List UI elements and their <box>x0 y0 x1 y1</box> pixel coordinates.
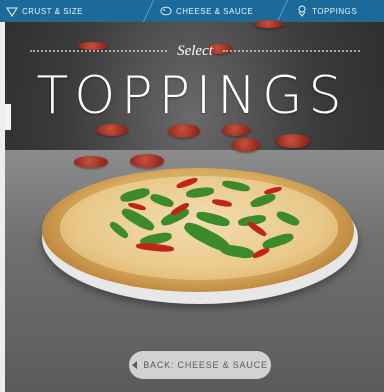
top-navigation: CRUST & SIZE CHEESE & SAUCE TOPPINGS <box>0 0 384 22</box>
crust-icon <box>6 7 18 17</box>
cheese-icon <box>160 6 172 16</box>
nav-crust-size[interactable]: CRUST & SIZE <box>6 0 83 22</box>
select-label: Select <box>177 42 213 59</box>
toppings-icon <box>298 5 306 17</box>
pizza-scene: CRUST & SIZE CHEESE & SAUCE TOPPINGS Sel… <box>0 0 384 392</box>
select-heading-row: Select <box>30 42 360 59</box>
pepperoni-slice <box>232 138 260 152</box>
nav-divider <box>276 0 289 22</box>
nav-cheese-label: CHEESE & SAUCE <box>176 6 254 16</box>
pepperoni-slice <box>74 156 108 168</box>
dotted-rule <box>222 50 360 52</box>
nav-divider <box>142 0 155 22</box>
dotted-rule <box>30 50 168 52</box>
nav-toppings-label: TOPPINGS <box>312 6 358 16</box>
nav-crust-label: CRUST & SIZE <box>22 6 83 16</box>
nav-cheese-sauce[interactable]: CHEESE & SAUCE <box>160 0 253 22</box>
pepperoni-slice <box>168 124 200 138</box>
left-edge <box>0 0 5 392</box>
pepperoni-slice <box>254 20 284 28</box>
back-cheese-sauce-button[interactable]: BACK: CHEESE & SAUCE <box>129 351 271 379</box>
pepperoni-slice <box>130 154 164 168</box>
page-title: TOPPINGS <box>36 66 348 126</box>
nav-toppings[interactable]: TOPPINGS <box>296 0 357 22</box>
back-arrow-icon <box>132 361 138 369</box>
back-button-label: BACK: CHEESE & SAUCE <box>143 360 268 370</box>
pepperoni-slice <box>276 134 310 148</box>
